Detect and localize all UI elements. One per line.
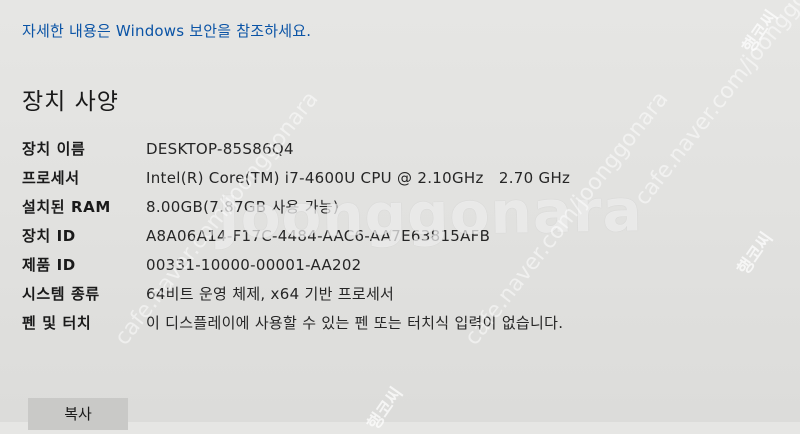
watermark-url: cafe.naver.com/joonggonara: [630, 0, 800, 211]
spec-value: A8A06A14-F17C-4484-AAC6-AA7E63815AFB: [146, 227, 491, 245]
spec-label: 장치 이름: [22, 140, 86, 158]
copy-button[interactable]: 복사: [28, 398, 128, 430]
spec-label: 펜 및 터치: [22, 314, 92, 332]
spec-value: 64비트 운영 체제, x64 기반 프로세서: [146, 285, 395, 303]
spec-label: 프로세서: [22, 169, 80, 187]
device-specs-title: 장치 사양: [22, 89, 119, 115]
spec-value: Intel(R) Core(TM) i7-4600U CPU @ 2.10GHz…: [146, 169, 571, 187]
spec-row-system-type: 시스템 종류 64비트 운영 체제, x64 기반 프로세서: [22, 283, 582, 305]
spec-value: DESKTOP-85S86Q4: [146, 140, 294, 158]
settings-about-page: 자세한 내용은 Windows 보안을 참조하세요. 장치 사양 장치 이름 D…: [0, 0, 800, 434]
spec-row-pen-touch: 펜 및 터치 이 디스플레이에 사용할 수 있는 펜 또는 터치식 입력이 없습…: [22, 312, 582, 334]
spec-value: 00331-10000-00001-AA202: [146, 256, 362, 274]
spec-row-device-name: 장치 이름 DESKTOP-85S86Q4: [22, 138, 582, 160]
watermark-tag: 행코씨: [363, 383, 408, 434]
spec-label: 설치된 RAM: [22, 198, 111, 216]
device-specs-table: 장치 이름 DESKTOP-85S86Q4 프로세서 Intel(R) Core…: [22, 138, 582, 341]
watermark-tag: 행코씨: [733, 228, 778, 279]
spec-row-installed-ram: 설치된 RAM 8.00GB(7.87GB 사용 가능): [22, 196, 582, 218]
spec-value: 8.00GB(7.87GB 사용 가능): [146, 198, 340, 216]
windows-security-link[interactable]: 자세한 내용은 Windows 보안을 참조하세요.: [22, 20, 311, 41]
spec-row-device-id: 장치 ID A8A06A14-F17C-4484-AAC6-AA7E63815A…: [22, 225, 582, 247]
watermark-tag: 행코씨: [738, 6, 783, 57]
spec-label: 제품 ID: [22, 256, 76, 274]
spec-value: 이 디스플레이에 사용할 수 있는 펜 또는 터치식 입력이 없습니다.: [146, 314, 564, 332]
spec-label: 장치 ID: [22, 227, 76, 245]
spec-row-product-id: 제품 ID 00331-10000-00001-AA202: [22, 254, 582, 276]
spec-label: 시스템 종류: [22, 285, 100, 303]
spec-row-processor: 프로세서 Intel(R) Core(TM) i7-4600U CPU @ 2.…: [22, 167, 582, 189]
